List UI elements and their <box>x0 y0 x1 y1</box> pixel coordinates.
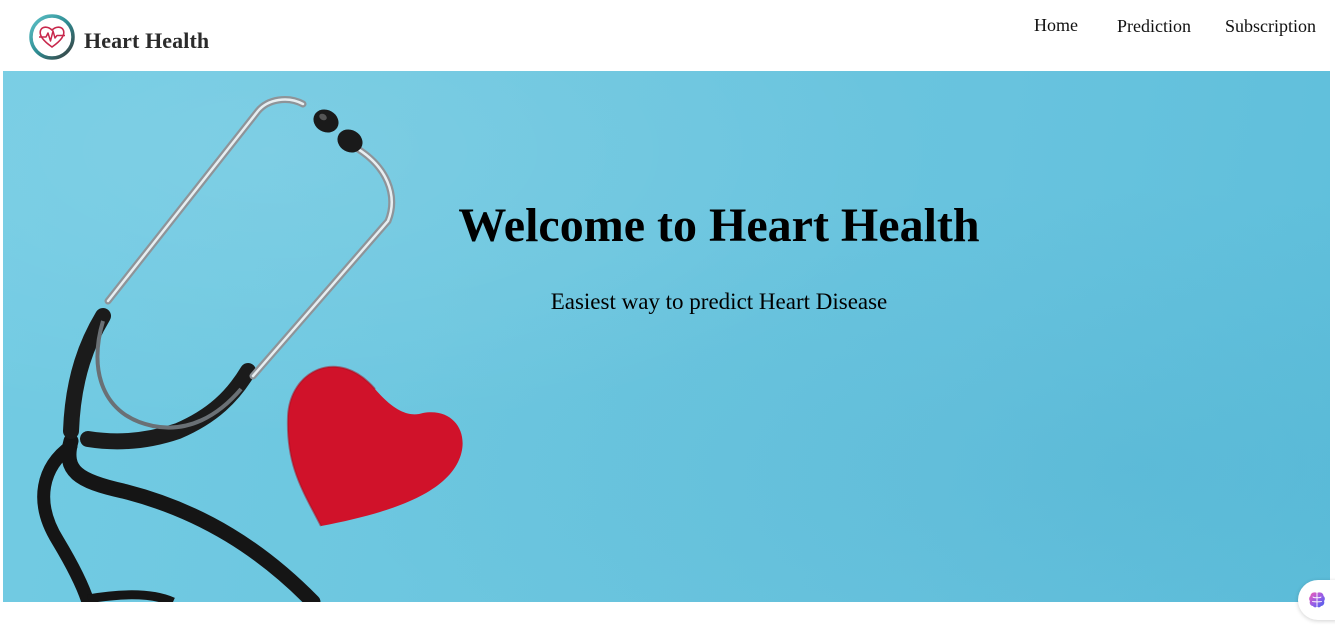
brain-icon <box>1309 592 1325 608</box>
hero-subtitle: Easiest way to predict Heart Disease <box>550 289 888 314</box>
navbar: Heart Health Home Prediction Subscriptio… <box>0 0 1335 71</box>
main-nav: Home Prediction Subscription <box>0 15 1335 40</box>
nav-link-prediction[interactable]: Prediction <box>1117 16 1191 37</box>
nav-link-subscription[interactable]: Subscription <box>1225 16 1316 37</box>
floating-assistant-button[interactable] <box>1298 580 1335 620</box>
hero-text-block: Welcome to Heart Health Easiest way to p… <box>3 71 1330 602</box>
nav-link-home[interactable]: Home <box>1034 15 1078 36</box>
hero-title: Welcome to Heart Health <box>458 199 980 252</box>
